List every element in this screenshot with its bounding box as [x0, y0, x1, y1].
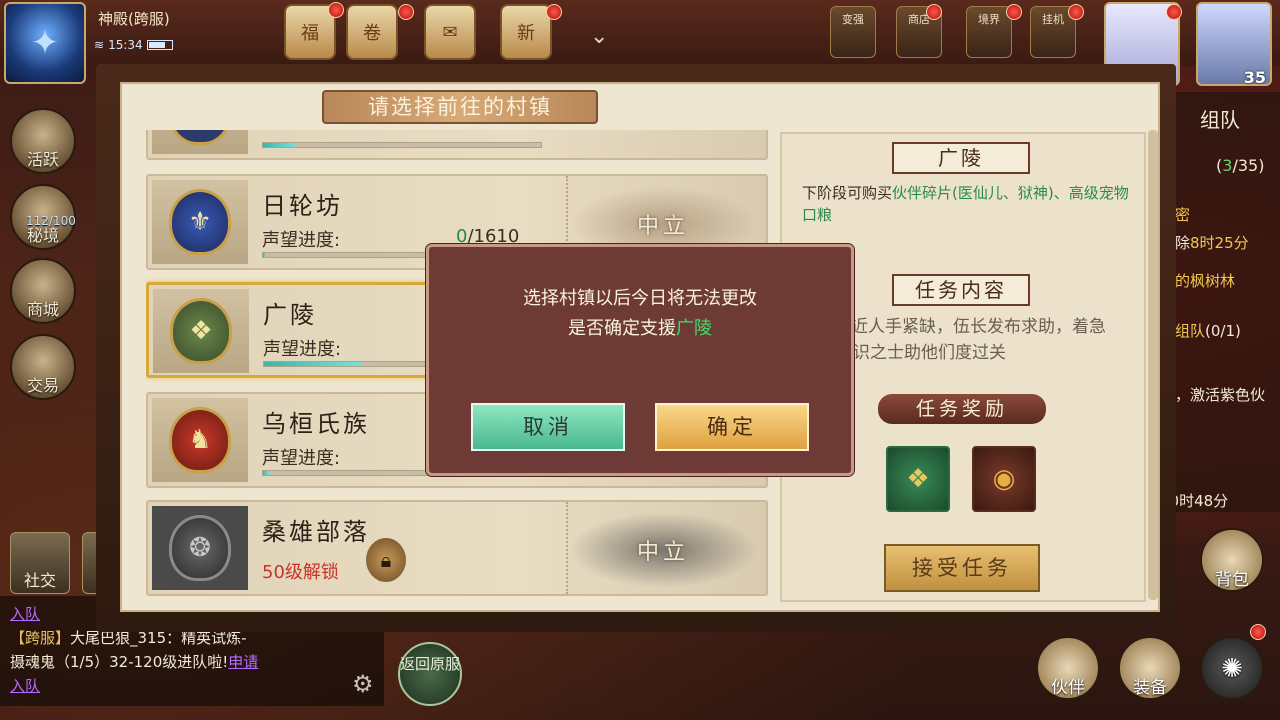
confirm-dialog-message: 选择村镇以后今日将无法更改 是否确定支援广陵 — [523, 288, 757, 339]
confirm-button[interactable]: 确定 — [655, 403, 809, 451]
cancel-button[interactable]: 取消 — [471, 403, 625, 451]
